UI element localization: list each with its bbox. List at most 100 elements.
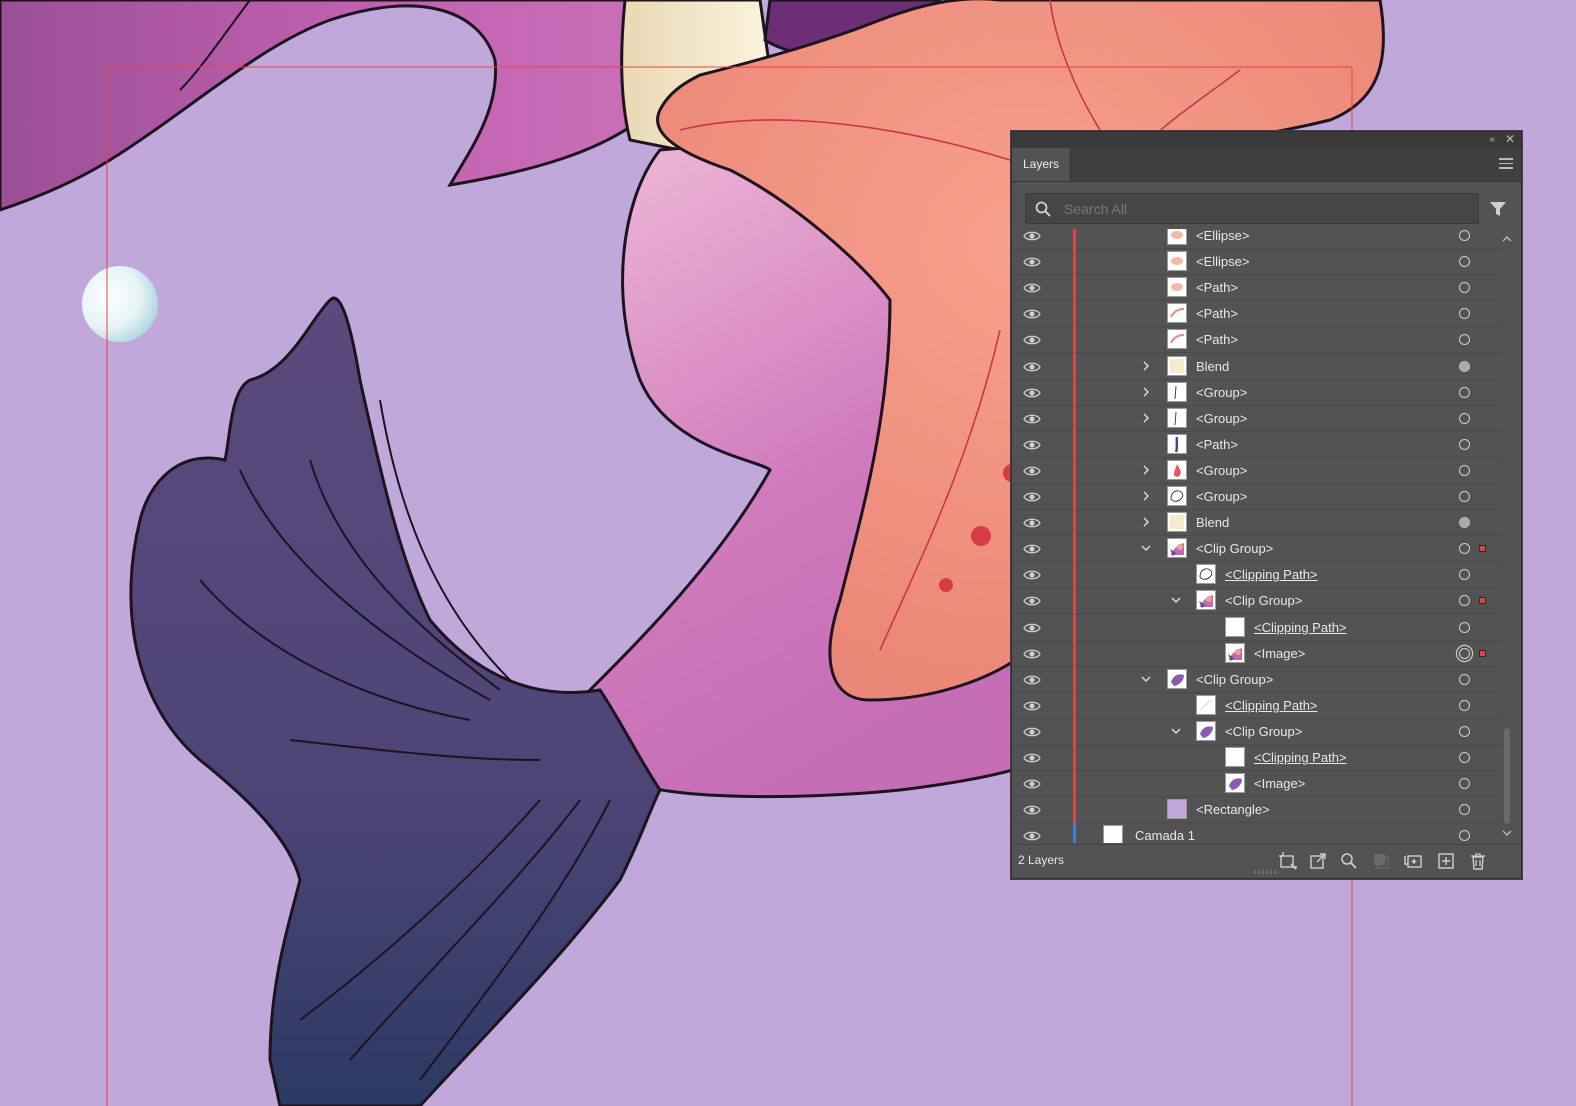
layer-row[interactable]: <Clip Group> xyxy=(1013,588,1501,615)
delete-layer-icon[interactable] xyxy=(1469,852,1487,870)
layer-name[interactable]: <Rectangle> xyxy=(1196,802,1270,817)
layers-scrollbar[interactable] xyxy=(1501,232,1513,844)
target-circle-icon[interactable] xyxy=(1459,778,1470,790)
target-circle-icon[interactable] xyxy=(1459,438,1470,450)
scroll-thumb[interactable] xyxy=(1504,728,1510,824)
layer-name[interactable]: Blend xyxy=(1196,515,1229,530)
layer-row[interactable]: <Path> xyxy=(1013,275,1501,302)
collect-for-export-icon[interactable] xyxy=(1279,852,1297,870)
selection-indicator[interactable] xyxy=(1479,545,1486,553)
chevron-right-icon[interactable] xyxy=(1140,411,1152,425)
selection-indicator[interactable] xyxy=(1479,597,1486,605)
target-circle-icon[interactable] xyxy=(1459,491,1470,502)
locate-object-icon[interactable] xyxy=(1340,852,1358,870)
panel-topbar[interactable]: « ✕ xyxy=(1012,132,1521,148)
visibility-eye-icon[interactable] xyxy=(1023,334,1041,346)
target-circle-icon[interactable] xyxy=(1459,334,1470,346)
visibility-eye-icon[interactable] xyxy=(1023,830,1041,842)
target-circle-icon[interactable] xyxy=(1459,830,1470,842)
layer-row[interactable]: <Ellipse> xyxy=(1013,249,1501,276)
layer-row[interactable]: Blend xyxy=(1013,353,1501,380)
layer-row[interactable]: <Rectangle> xyxy=(1013,797,1501,824)
target-circle-icon[interactable] xyxy=(1459,673,1470,685)
chevron-right-icon[interactable] xyxy=(1140,515,1152,529)
layer-name[interactable]: <Clip Group> xyxy=(1196,672,1273,687)
target-circle-icon[interactable] xyxy=(1459,569,1470,581)
chevron-right-icon[interactable] xyxy=(1140,385,1152,399)
collapse-panel-button[interactable]: « xyxy=(1489,132,1495,148)
layer-row[interactable]: <Clipping Path> xyxy=(1013,614,1501,641)
make-clipping-mask-icon[interactable] xyxy=(1372,852,1390,870)
layer-row[interactable]: <Clip Group> xyxy=(1013,666,1501,693)
visibility-eye-icon[interactable] xyxy=(1023,700,1041,712)
visibility-eye-icon[interactable] xyxy=(1023,230,1041,242)
layer-name[interactable]: <Ellipse> xyxy=(1196,229,1249,243)
layer-name[interactable]: <Clipping Path> xyxy=(1225,698,1318,713)
layer-row[interactable]: <Image> xyxy=(1013,771,1501,798)
target-circle-icon[interactable] xyxy=(1459,230,1470,241)
target-circle-icon[interactable] xyxy=(1459,256,1470,268)
close-panel-button[interactable]: ✕ xyxy=(1505,132,1515,148)
visibility-eye-icon[interactable] xyxy=(1023,413,1041,425)
layer-name[interactable]: <Ellipse> xyxy=(1196,254,1249,269)
target-circle-icon[interactable] xyxy=(1459,543,1470,555)
layer-name[interactable]: <Group> xyxy=(1196,385,1247,400)
layer-row[interactable]: <Clipping Path> xyxy=(1013,745,1501,771)
target-circle-icon[interactable] xyxy=(1459,752,1470,763)
filter-icon[interactable] xyxy=(1489,200,1507,218)
visibility-eye-icon[interactable] xyxy=(1023,622,1041,634)
target-circle-icon[interactable] xyxy=(1459,595,1470,607)
layer-name[interactable]: <Group> xyxy=(1196,411,1247,426)
layer-name[interactable]: <Clipping Path> xyxy=(1254,750,1347,765)
tab-layers[interactable]: Layers xyxy=(1012,148,1071,181)
layer-name[interactable]: <Image> xyxy=(1254,646,1305,661)
visibility-eye-icon[interactable] xyxy=(1023,361,1041,373)
visibility-eye-icon[interactable] xyxy=(1023,674,1041,686)
chevron-right-icon[interactable] xyxy=(1140,359,1152,373)
visibility-eye-icon[interactable] xyxy=(1023,387,1041,399)
target-circle-icon[interactable] xyxy=(1459,699,1470,711)
target-circle-icon[interactable] xyxy=(1459,412,1470,424)
visibility-eye-icon[interactable] xyxy=(1023,517,1041,529)
layer-name[interactable]: <Clipping Path> xyxy=(1254,620,1347,635)
chevron-down-icon[interactable] xyxy=(1140,541,1152,555)
layer-name[interactable]: <Group> xyxy=(1196,463,1247,478)
visibility-eye-icon[interactable] xyxy=(1023,543,1041,555)
layer-name[interactable]: <Path> xyxy=(1196,332,1238,347)
visibility-eye-icon[interactable] xyxy=(1023,569,1041,581)
layer-row[interactable]: <Clip Group> xyxy=(1013,718,1501,745)
layer-name[interactable]: <Path> xyxy=(1196,306,1238,321)
chevron-down-icon[interactable] xyxy=(1140,672,1152,686)
visibility-eye-icon[interactable] xyxy=(1023,308,1041,320)
chevron-down-icon[interactable] xyxy=(1170,593,1182,607)
layer-row[interactable]: <Ellipse> xyxy=(1013,229,1501,249)
target-circle-icon[interactable] xyxy=(1459,308,1470,320)
layer-name[interactable]: <Path> xyxy=(1196,437,1238,452)
chevron-down-icon[interactable] xyxy=(1170,724,1182,738)
layer-name[interactable]: Camada 1 xyxy=(1135,828,1195,843)
visibility-eye-icon[interactable] xyxy=(1023,778,1041,790)
panel-menu-icon[interactable] xyxy=(1499,158,1513,170)
target-circle-icon[interactable] xyxy=(1459,386,1470,398)
release-to-layers-icon[interactable] xyxy=(1309,852,1327,870)
visibility-eye-icon[interactable] xyxy=(1023,726,1041,738)
layer-row[interactable]: <Clipping Path> xyxy=(1013,562,1501,589)
layer-row[interactable]: <Image> xyxy=(1013,640,1501,667)
search-input[interactable] xyxy=(1062,196,1466,222)
visibility-eye-icon[interactable] xyxy=(1023,439,1041,451)
scroll-up-icon[interactable] xyxy=(1502,234,1512,244)
create-sublayer-icon[interactable] xyxy=(1404,852,1422,870)
chevron-right-icon[interactable] xyxy=(1140,489,1152,503)
selection-indicator[interactable] xyxy=(1479,649,1486,657)
target-circle-icon[interactable] xyxy=(1459,621,1470,633)
visibility-eye-icon[interactable] xyxy=(1023,465,1041,477)
layer-name[interactable]: <Clip Group> xyxy=(1225,724,1302,739)
layer-name[interactable]: <Clipping Path> xyxy=(1225,567,1318,582)
layer-row[interactable]: Camada 1 xyxy=(1013,823,1501,843)
target-circle-icon[interactable] xyxy=(1459,464,1470,476)
layer-row[interactable]: <Path> xyxy=(1013,431,1501,458)
layer-name[interactable]: <Clip Group> xyxy=(1196,541,1273,556)
layer-row[interactable]: <Path> xyxy=(1013,301,1501,328)
layer-name[interactable]: <Path> xyxy=(1196,280,1238,295)
layer-name[interactable]: <Image> xyxy=(1254,776,1305,791)
